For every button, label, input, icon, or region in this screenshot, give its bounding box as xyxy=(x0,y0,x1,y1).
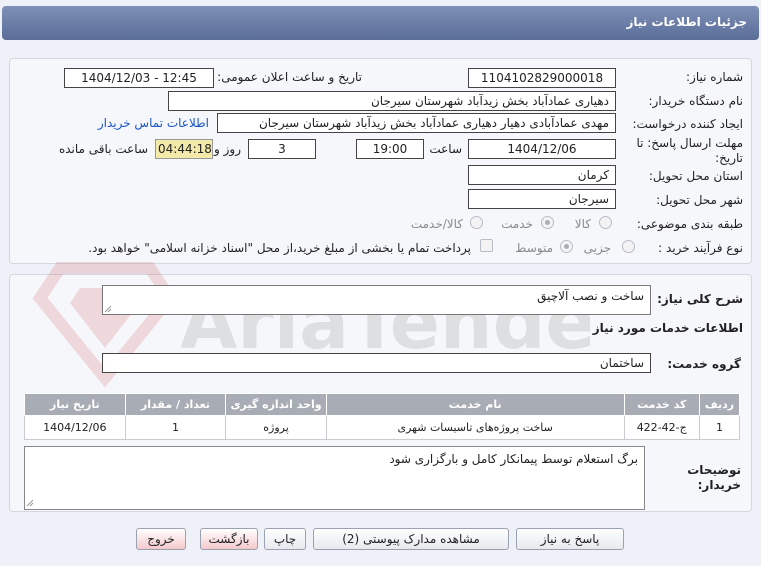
buyer-contact-link[interactable]: اطلاعات تماس خریدار xyxy=(98,116,209,130)
service-group-label: گروه خدمت: xyxy=(667,357,741,371)
province-label: استان محل تحویل: xyxy=(648,169,743,183)
province-field: کرمان xyxy=(468,165,616,185)
treasury-payment-checkbox[interactable] xyxy=(480,239,493,252)
summary-field: ساخت و نصب آلاچیق xyxy=(102,285,651,315)
creator-field: مهدی عمادآبادی دهیار دهیاری عمادآباد بخش… xyxy=(217,113,616,133)
attachments-button[interactable]: مشاهده مدارک پیوستی (2) xyxy=(313,528,509,550)
summary-label: شرح کلی نیاز: xyxy=(657,292,743,306)
buyer-notes-field: برگ استعلام توسط پیمانکار کامل و بارگزار… xyxy=(24,446,645,510)
city-field: سیرجان xyxy=(468,189,616,209)
cell-code: ج-42-422 xyxy=(623,415,700,440)
reply-button[interactable]: پاسخ به نیاز xyxy=(516,528,624,550)
table-row: 1 ج-42-422 ساخت پروژه‌های تاسیسات شهری پ… xyxy=(24,415,741,440)
col-row: ردیف xyxy=(698,393,741,416)
category-radio-goods[interactable] xyxy=(599,216,612,229)
col-code: کد خدمت xyxy=(623,393,700,416)
cell-name: ساخت پروژه‌های تاسیسات شهری xyxy=(325,415,625,440)
deadline-date-field: 1404/12/06 xyxy=(468,139,616,159)
remaining-timer: 04:44:18 xyxy=(155,139,213,159)
process-label: نوع فرآیند خرید : xyxy=(658,241,743,255)
page-header: جزئیات اطلاعات نیاز xyxy=(2,6,759,40)
days-field: 3 xyxy=(248,139,316,159)
category-option-service: خدمت xyxy=(501,217,533,231)
cell-row: 1 xyxy=(698,415,741,440)
category-radio-goods-service[interactable] xyxy=(470,216,483,229)
need-number-field: 1104102829000018 xyxy=(468,68,616,88)
notes-resize-grip-icon[interactable] xyxy=(26,499,34,507)
col-unit: واحد اندازه گیری xyxy=(225,393,327,416)
exit-button[interactable]: خروج xyxy=(136,528,186,550)
deadline-label-date: تاریخ: xyxy=(715,151,743,165)
col-date: تاریخ نیاز xyxy=(24,393,126,416)
announce-label: تاریخ و ساعت اعلان عمومی: xyxy=(217,70,362,84)
process-option-minor: جزیی xyxy=(583,241,611,255)
category-option-goods: کالا xyxy=(574,217,591,231)
services-section-title: اطلاعات خدمات مورد نیاز xyxy=(592,321,743,335)
buyer-org-field: دهیاری عمادآباد بخش زیدآباد شهرستان سیرج… xyxy=(168,91,616,111)
buyer-notes-label: توضیحات xyxy=(687,463,741,477)
cell-unit: پروژه xyxy=(225,415,327,440)
creator-label: ایجاد کننده درخواست: xyxy=(632,117,743,131)
category-option-goods-service: کالا/خدمت xyxy=(410,217,463,231)
services-table-header: ردیف کد خدمت نام خدمت واحد اندازه گیری ت… xyxy=(24,393,741,416)
process-radio-minor[interactable] xyxy=(622,240,635,253)
back-button[interactable]: بازگشت xyxy=(200,528,258,550)
process-option-medium: متوسط xyxy=(515,241,553,255)
category-label: طبقه بندی موضوعی: xyxy=(636,217,743,231)
print-button[interactable]: چاپ xyxy=(264,528,306,550)
buyer-notes-label-2: خریدار: xyxy=(697,478,741,492)
buyer-org-label: نام دستگاه خریدار: xyxy=(648,94,744,108)
cell-date: 1404/12/06 xyxy=(24,415,126,440)
service-group-field: ساختمان xyxy=(102,353,651,373)
need-number-label: شماره نیاز: xyxy=(686,70,743,84)
col-name: نام خدمت xyxy=(325,393,625,416)
days-label: روز و xyxy=(214,142,241,156)
process-radio-medium[interactable] xyxy=(560,240,573,253)
col-qty: تعداد / مقدار xyxy=(124,393,227,416)
city-label: شهر محل تحویل: xyxy=(656,193,743,207)
services-table: ردیف کد خدمت نام خدمت واحد اندازه گیری ت… xyxy=(24,393,741,440)
deadline-time-field: 19:00 xyxy=(356,139,424,159)
deadline-time-label: ساعت xyxy=(429,142,462,156)
cell-qty: 1 xyxy=(124,415,227,440)
deadline-label: مهلت ارسال پاسخ: تا xyxy=(636,136,743,150)
treasury-payment-note: پرداخت تمام یا بخشی از مبلغ خرید،از محل … xyxy=(88,241,471,255)
remaining-label: ساعت باقی مانده xyxy=(58,142,148,156)
page-title: جزئیات اطلاعات نیاز xyxy=(626,15,747,29)
summary-resize-grip-icon[interactable] xyxy=(104,305,112,313)
announce-field: 1404/12/03 - 12:45 xyxy=(64,68,214,88)
need-info-panel xyxy=(9,58,752,264)
category-radio-service[interactable] xyxy=(541,216,554,229)
